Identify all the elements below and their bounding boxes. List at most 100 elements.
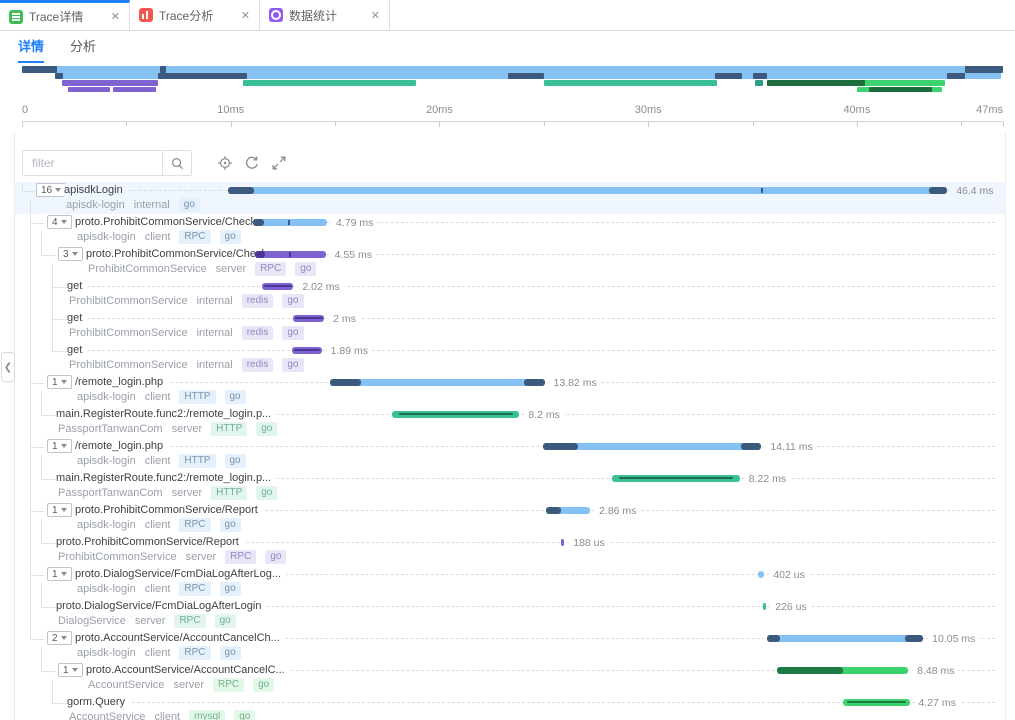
trace-span-row[interactable]: getProhibitCommonServiceinternalredisgo2… [15, 278, 1005, 310]
close-icon[interactable]: ✕ [241, 9, 250, 22]
refresh-icon[interactable] [244, 155, 260, 171]
trace-span-row[interactable]: 1proto.ProhibitCommonService/Reportapisd… [15, 502, 1005, 534]
trace-span-row[interactable]: 1proto.AccountService/AccountCancelC...A… [15, 662, 1005, 694]
span-duration-bar[interactable] [561, 539, 564, 546]
span-duration-bar[interactable] [777, 667, 908, 674]
minimap-bar [55, 73, 62, 79]
span-duration-bar[interactable] [262, 283, 293, 290]
chevron-down-icon [72, 252, 78, 256]
trace-span-row[interactable]: 4proto.ProhibitCommonService/Checkapisdk… [15, 214, 1005, 246]
chevron-down-icon [61, 220, 67, 224]
tree-connector [41, 479, 56, 480]
trace-span-row[interactable]: getProhibitCommonServiceinternalredisgo1… [15, 342, 1005, 374]
span-tag-chip: RPC [179, 230, 210, 244]
axis-tick [961, 122, 962, 126]
span-duration-bar[interactable] [255, 251, 326, 258]
span-duration-bar[interactable] [763, 603, 767, 610]
span-self-time-segment [543, 443, 579, 450]
trace-span-row[interactable]: proto.ProhibitCommonService/ReportProhib… [15, 534, 1005, 566]
span-name: proto.ProhibitCommonService/Check [86, 248, 272, 261]
filter-input[interactable] [22, 150, 162, 176]
trace-span-row[interactable]: 1/remote_login.phpapisdk-loginclientHTTP… [15, 374, 1005, 406]
span-self-time-segment [777, 667, 844, 674]
span-tag-chip: HTTP [211, 486, 247, 500]
span-duration-bar[interactable] [253, 219, 327, 226]
span-count-badge[interactable]: 1 [47, 375, 72, 389]
span-duration-bar[interactable] [293, 315, 324, 322]
span-duration-bar[interactable] [228, 187, 947, 194]
span-duration-bar[interactable] [330, 379, 544, 386]
span-tag-chip: go [179, 198, 200, 212]
span-duration-bar[interactable] [767, 635, 923, 642]
search-icon [170, 156, 185, 171]
trace-span-row[interactable]: main.RegisterRoute.func2:/remote_login.p… [15, 470, 1005, 502]
window-tab-bar: Trace详情✕Trace分析✕数据统计✕ [0, 0, 1015, 31]
span-tag-chip: RPC [179, 582, 210, 596]
span-tag-chip: mysql [189, 710, 225, 720]
window-tab-2[interactable]: 数据统计✕ [260, 0, 390, 30]
span-count-badge[interactable]: 16 [36, 183, 66, 197]
span-name: proto.AccountService/AccountCancelC... [86, 664, 290, 677]
span-duration-bar[interactable] [843, 699, 909, 706]
span-count-badge[interactable]: 4 [47, 215, 72, 229]
span-name: get [67, 344, 87, 357]
trace-span-row[interactable]: proto.DialogService/FcmDiaLogAfterLoginD… [15, 598, 1005, 630]
span-duration-label: 1.89 ms [327, 345, 372, 357]
trace-span-row[interactable]: getProhibitCommonServiceinternalredisgo2… [15, 310, 1005, 342]
trace-span-row[interactable]: gorm.QueryAccountServiceclientmysqlgo4.2… [15, 694, 1005, 720]
span-duration-bar[interactable] [546, 507, 590, 514]
tree-connector [30, 575, 45, 576]
trace-span-row[interactable]: 3proto.ProhibitCommonService/CheckProhib… [15, 246, 1005, 278]
trace-span-row[interactable]: 16apisdkLoginapisdk-logininternalgo46.4 … [15, 182, 1005, 214]
span-meta: apisdk-loginclientRPCgo [77, 582, 241, 596]
expand-icon[interactable] [271, 155, 287, 171]
window-tab-1[interactable]: Trace分析 ✕ [130, 0, 260, 30]
span-duration-bar[interactable] [612, 475, 739, 482]
span-duration-bar[interactable] [543, 443, 762, 450]
tree-connector [52, 319, 67, 320]
axis-tick [648, 122, 649, 127]
span-duration-bar[interactable] [758, 571, 764, 578]
minimap-bar [22, 66, 1003, 73]
collapse-panel-handle[interactable]: ❮ [1, 352, 15, 382]
view-tabs: 详情 分析 [18, 36, 96, 63]
chevron-left-icon: ❮ [4, 362, 12, 373]
tree-connector [52, 703, 67, 704]
close-icon[interactable]: ✕ [111, 10, 120, 23]
span-count-badge[interactable]: 1 [47, 439, 72, 453]
span-count-badge[interactable]: 3 [58, 247, 83, 261]
span-duration-label: 226 us [771, 601, 811, 613]
span-tag-chip: go [256, 486, 277, 500]
tab-detail[interactable]: 详情 [18, 36, 44, 63]
axis-tick [126, 122, 127, 126]
span-duration-bar[interactable] [292, 347, 321, 354]
span-duration-bar[interactable] [392, 411, 519, 418]
trace-span-row[interactable]: 1/remote_login.phpapisdk-loginclientHTTP… [15, 438, 1005, 470]
span-tag-chip: redis [242, 294, 274, 308]
window-tab-0[interactable]: Trace详情✕ [0, 0, 130, 30]
axis-tick [544, 122, 545, 126]
span-duration-label: 2 ms [329, 313, 360, 325]
span-meta: AccountServiceclientmysqlgo [69, 710, 255, 720]
trace-span-row[interactable]: 2proto.AccountService/AccountCancelCh...… [15, 630, 1005, 662]
tree-connector [41, 391, 42, 415]
locate-icon[interactable] [217, 155, 233, 171]
tree-connector [52, 351, 67, 352]
span-count-badge[interactable]: 1 [47, 503, 72, 517]
tab-analysis[interactable]: 分析 [70, 36, 96, 63]
span-count-badge[interactable]: 2 [47, 631, 72, 645]
chart-icon [139, 8, 153, 22]
span-count-badge[interactable]: 1 [47, 567, 72, 581]
window-tab-label: Trace分析 [159, 7, 213, 24]
span-tag-chip: go [220, 646, 241, 660]
span-meta: ProhibitCommonServiceinternalredisgo [69, 294, 304, 308]
trace-span-row[interactable]: main.RegisterRoute.func2:/remote_login.p… [15, 406, 1005, 438]
trace-minimap[interactable] [0, 62, 1015, 98]
search-button[interactable] [162, 150, 192, 176]
trace-span-row[interactable]: 1proto.DialogService/FcmDiaLogAfterLog..… [15, 566, 1005, 598]
close-icon[interactable]: ✕ [371, 9, 380, 22]
span-name: proto.ProhibitCommonService/Report [56, 536, 244, 549]
minimap-bar [947, 73, 966, 79]
span-count-badge[interactable]: 1 [58, 663, 83, 677]
span-self-time-segment [524, 379, 544, 386]
